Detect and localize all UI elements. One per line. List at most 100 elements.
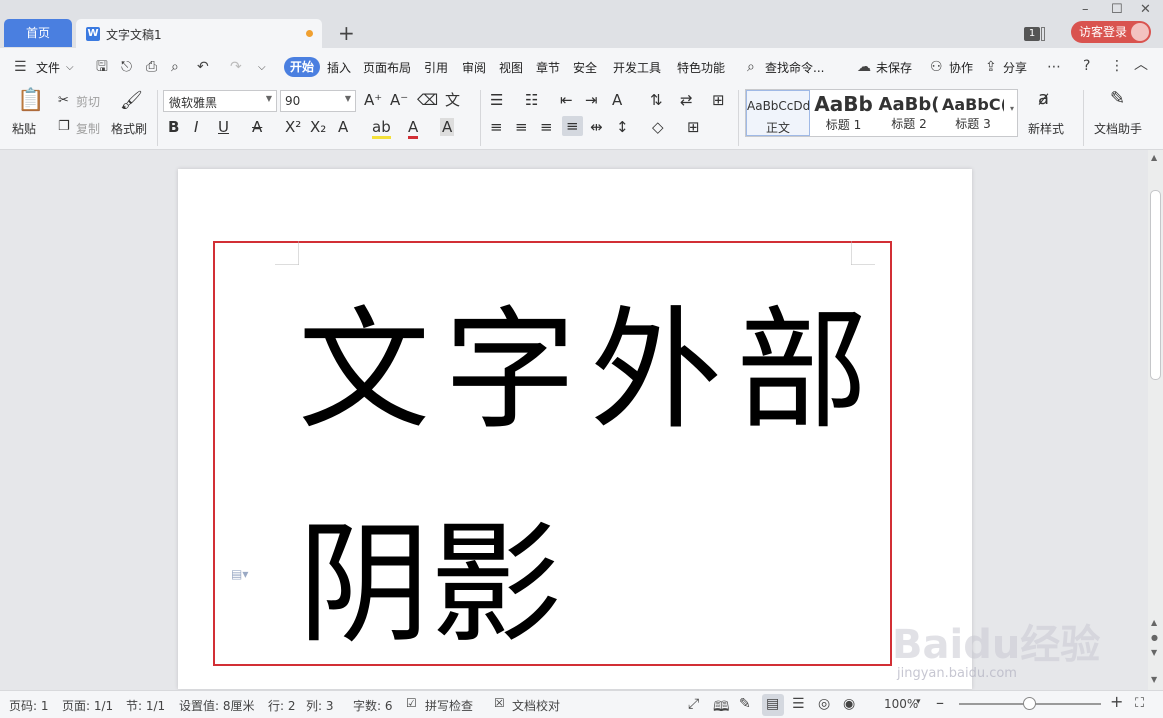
scrollbar-thumb[interactable] [1150, 190, 1161, 380]
menu-tab-chapter[interactable]: 章节 [536, 59, 560, 76]
more-vertical-icon[interactable]: ⋮ [1110, 58, 1124, 74]
status-row[interactable]: 行: 2 [268, 697, 296, 714]
font-size-select[interactable]: 90 ▼ [280, 90, 356, 112]
doc-helper-icon[interactable]: ✎ [1110, 90, 1125, 108]
scroll-down-icon[interactable]: ▼ [1151, 675, 1157, 684]
shading-icon[interactable]: ◇ [652, 118, 664, 136]
reading-view-icon[interactable]: 🕮 [713, 696, 730, 718]
distribute-icon[interactable]: ⇹ [590, 118, 603, 136]
quick-access-dropdown-icon[interactable]: ⌵ [258, 60, 266, 76]
format-painter-button[interactable]: 格式刷 [111, 120, 147, 137]
zoom-in-icon[interactable]: + [1110, 692, 1123, 711]
collaborate-icon[interactable]: ⚇ [930, 59, 943, 75]
undo-icon[interactable]: ↶ [197, 59, 209, 75]
italic-icon[interactable]: I [194, 118, 198, 136]
redo-icon[interactable]: ↷ [230, 59, 242, 75]
scroll-prev-page-icon[interactable]: ▲ [1151, 618, 1157, 627]
unsaved-status[interactable]: 未保存 [876, 59, 912, 76]
scroll-up-icon[interactable]: ▲ [1151, 153, 1157, 162]
collapse-ribbon-icon[interactable]: ︿ [1134, 57, 1148, 73]
menu-file[interactable]: 文件 [36, 59, 60, 76]
minimize-icon[interactable]: – [1082, 2, 1089, 17]
fit-window-icon[interactable]: ⛶ [1135, 696, 1144, 711]
style-gallery-more-icon[interactable]: ▾ [1010, 104, 1014, 113]
align-center-icon[interactable]: ≡ [515, 118, 528, 136]
cloud-icon[interactable]: ☁ [857, 59, 871, 75]
proofread-button[interactable]: 文档校对 [512, 697, 560, 714]
close-icon[interactable]: ✕ [1140, 2, 1151, 17]
menu-tab-view[interactable]: 视图 [499, 59, 523, 76]
clear-format-icon[interactable]: ⌫ [417, 91, 438, 109]
scroll-next-page-icon[interactable]: ▼ [1151, 648, 1157, 657]
status-setting[interactable]: 设置值: 8厘米 [179, 697, 255, 714]
print-preview-icon[interactable]: ⌕ [171, 59, 179, 75]
help-icon[interactable]: ? [1083, 58, 1090, 74]
scroll-select-browse-icon[interactable]: ● [1151, 633, 1158, 642]
strikethrough-icon[interactable]: A [252, 118, 262, 136]
window-count-badge[interactable]: 1 [1024, 27, 1040, 41]
new-style-button[interactable]: 新样式 [1028, 120, 1064, 137]
style-heading-3[interactable]: AaBbC( 标题 3 [942, 90, 1004, 136]
new-tab-icon[interactable]: + [338, 21, 355, 45]
underline-icon[interactable]: U [218, 118, 229, 136]
phonetic-icon[interactable]: 文 [445, 91, 460, 109]
cut-icon[interactable]: ✂ [58, 92, 69, 110]
menu-tab-features[interactable]: 特色功能 [677, 59, 725, 76]
eye-protection-icon[interactable]: ◉ [843, 696, 855, 712]
bullets-icon[interactable]: ☰ [490, 91, 503, 109]
export-pdf-icon[interactable]: ⎋ [121, 59, 132, 75]
tab-home[interactable]: 首页 [4, 19, 72, 47]
tab-document[interactable]: W 文字文稿1 [76, 19, 322, 48]
proofread-icon[interactable]: ☒ [494, 696, 505, 710]
align-left-icon[interactable]: ≡ [490, 118, 503, 136]
align-right-icon[interactable]: ≡ [540, 118, 553, 136]
search-icon[interactable]: ⌕ [747, 59, 755, 75]
borders-icon[interactable]: ⊞ [687, 118, 700, 136]
font-family-select[interactable]: 微软雅黑 ▼ [163, 90, 277, 112]
copy-icon[interactable]: ❐ [58, 118, 70, 136]
document-text-line-2[interactable]: 阴影 [298, 510, 562, 660]
menu-tab-references[interactable]: 引用 [424, 59, 448, 76]
status-col[interactable]: 列: 3 [306, 697, 334, 714]
status-page-number[interactable]: 页码: 1 [9, 697, 49, 714]
save-icon[interactable]: 🖫 [96, 59, 108, 75]
shrink-font-icon[interactable]: A⁻ [390, 91, 408, 109]
menu-tab-insert[interactable]: 插入 [327, 59, 351, 76]
paste-button[interactable]: 粘贴 [12, 120, 36, 137]
text-direction-icon[interactable]: A [612, 91, 622, 109]
font-color-icon[interactable]: A [408, 118, 419, 139]
paragraph-options-icon[interactable]: ▤▾ [231, 567, 248, 581]
decrease-indent-icon[interactable]: ⇤ [560, 91, 573, 109]
share-icon[interactable]: ⇪ [985, 59, 997, 75]
superscript-icon[interactable]: X² [285, 118, 301, 136]
line-spacing-icon[interactable]: ↕ [616, 118, 629, 136]
outline-view-icon[interactable]: ☰ [792, 696, 805, 712]
doc-helper-button[interactable]: 文档助手 [1094, 120, 1142, 137]
line-spacing-toggle-icon[interactable]: ⇄ [680, 91, 693, 109]
sort-icon[interactable]: ⇅ [650, 91, 663, 109]
bold-icon[interactable]: B [168, 118, 179, 136]
menu-tab-developer[interactable]: 开发工具 [613, 59, 661, 76]
paste-icon[interactable]: 📋 [17, 90, 44, 112]
status-section[interactable]: 节: 1/1 [126, 697, 165, 714]
menu-tab-review[interactable]: 审阅 [462, 59, 486, 76]
menu-tab-security[interactable]: 安全 [573, 59, 597, 76]
justify-icon[interactable]: ≡ [562, 116, 583, 136]
menu-tab-layout[interactable]: 页面布局 [363, 59, 411, 76]
status-pages[interactable]: 页面: 1/1 [62, 697, 113, 714]
copy-button[interactable]: 复制 [76, 120, 100, 137]
chevron-down-icon[interactable]: ⌵ [66, 60, 74, 76]
table-borders-icon[interactable]: ⊞ [712, 91, 725, 109]
increase-indent-icon[interactable]: ⇥ [585, 91, 598, 109]
maximize-icon[interactable]: ☐ [1111, 2, 1123, 17]
command-search[interactable]: 查找命令... [765, 59, 824, 76]
spell-check-button[interactable]: 拼写检查 [425, 697, 473, 714]
grow-font-icon[interactable]: A⁺ [364, 91, 382, 109]
document-text-line-1[interactable]: 文字外部 [298, 296, 882, 446]
text-effect-icon[interactable]: A [338, 118, 348, 136]
zoom-out-icon[interactable]: – [936, 693, 944, 712]
zoom-dropdown-icon[interactable]: ▾ [916, 697, 921, 707]
cut-button[interactable]: 剪切 [76, 93, 100, 110]
zoom-level[interactable]: 100% [884, 697, 918, 711]
fullscreen-icon[interactable]: ⤢ [688, 696, 699, 712]
